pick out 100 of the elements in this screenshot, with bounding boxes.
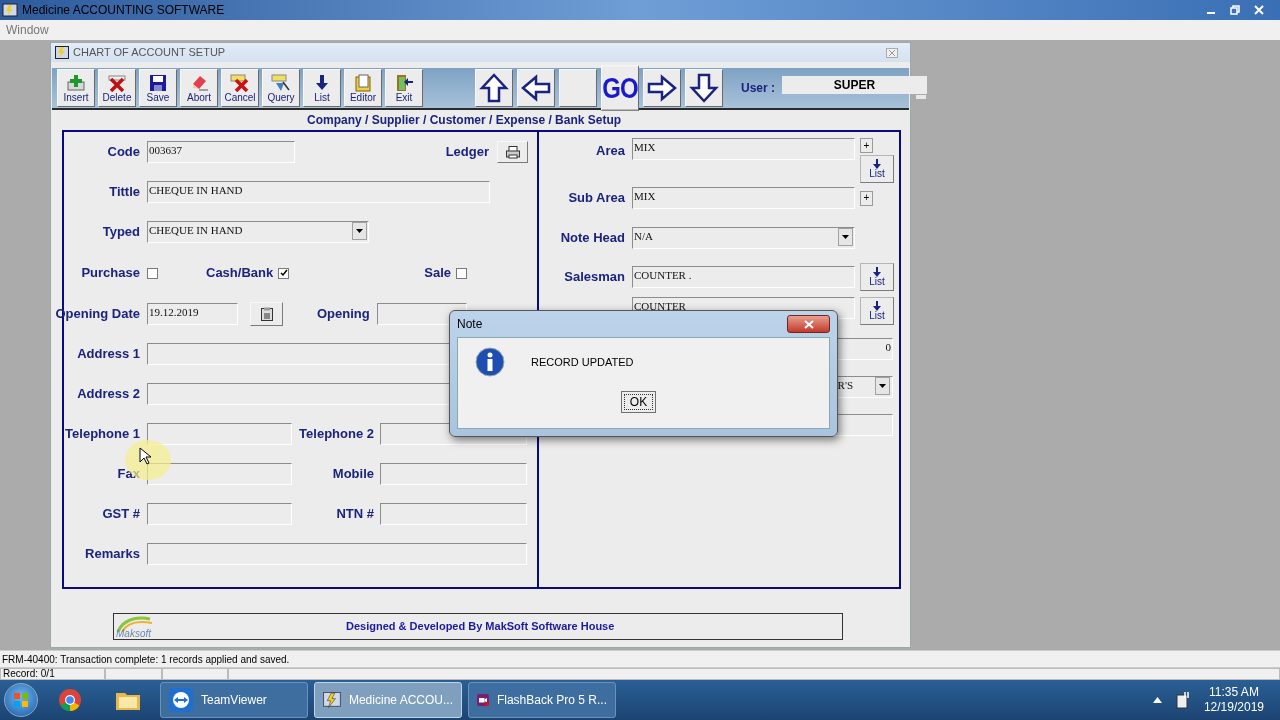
user-field: SUPER — [782, 76, 927, 94]
toolbar-button[interactable]: Save — [139, 69, 177, 107]
toolbar-button[interactable]: Abort — [180, 69, 218, 107]
save-icon — [148, 73, 168, 92]
toolbar-button[interactable]: Delete — [98, 69, 136, 107]
taskbar-button[interactable]: FlashBack Pro 5 R... — [468, 682, 616, 718]
code-field[interactable]: 003637 — [147, 141, 295, 163]
app-icon — [2, 3, 18, 17]
delete-icon — [107, 73, 127, 92]
nav-button[interactable] — [517, 69, 555, 107]
calendar-button[interactable] — [250, 302, 283, 326]
nav-button[interactable] — [685, 69, 723, 107]
add-button[interactable]: + — [860, 190, 873, 206]
field-label: Address 1 — [77, 345, 140, 364]
teamviewer-icon — [169, 688, 193, 712]
input-field[interactable] — [380, 463, 527, 485]
checkbox[interactable] — [278, 267, 290, 279]
menu-item[interactable]: Window — [6, 21, 49, 39]
field-label: Fax — [117, 465, 140, 484]
exit-door-icon — [394, 73, 414, 92]
input-field[interactable] — [147, 503, 292, 525]
right-arrow-icon — [647, 73, 677, 103]
status-message: FRM-40400: Transaction complete: 1 records applied and saved. — [2, 652, 290, 667]
input-field[interactable]: MIX — [632, 138, 855, 160]
toolbar-button[interactable]: List — [303, 69, 341, 107]
field-label: Ledger — [445, 143, 489, 162]
status-cell — [105, 668, 162, 680]
field-label: Address 2 — [77, 385, 140, 404]
list-button[interactable]: List — [860, 263, 894, 291]
field-label: Tittle — [109, 183, 140, 202]
blank-button[interactable] — [559, 69, 597, 107]
down-arrow-icon — [873, 267, 881, 277]
nav-button[interactable] — [475, 69, 513, 107]
record-counter: Record: 0/1 — [0, 668, 105, 680]
taskbar-button[interactable]: TeamViewer — [160, 682, 308, 718]
field-label: NTN # — [336, 505, 374, 524]
restore-icon[interactable] — [1230, 5, 1240, 15]
input-field[interactable] — [147, 543, 527, 565]
list-button[interactable]: List — [860, 297, 894, 325]
dialog-title: Note — [457, 316, 483, 333]
checkbox-label: Sale — [424, 264, 451, 283]
power-plug-icon[interactable] — [1175, 691, 1190, 709]
section-heading: Company / Supplier / Customer / Expense / Bank Setup — [307, 112, 622, 129]
close-button[interactable] — [787, 315, 830, 333]
printer-icon — [505, 145, 520, 159]
window-title: Medicine ACCOUNTING SOFTWARE — [22, 2, 225, 19]
checkbox[interactable] — [147, 267, 158, 279]
toolbar-button[interactable]: Editor — [344, 69, 382, 107]
field-label: Mobile — [332, 465, 374, 484]
windows-logo-icon — [13, 692, 29, 708]
date-field[interactable]: 19.12.2019 — [147, 303, 238, 325]
down-arrow-icon — [689, 73, 719, 103]
status-cell — [162, 668, 228, 680]
query-icon — [271, 73, 291, 92]
print-button[interactable] — [497, 141, 528, 163]
field-label: Typed — [102, 223, 140, 242]
input-field[interactable]: MIX — [632, 187, 855, 209]
field-label: Telephone 2 — [299, 425, 374, 444]
show-hidden-icons-icon[interactable] — [1152, 697, 1162, 703]
field-label: Telephone 1 — [65, 425, 140, 444]
field-label: Code — [107, 143, 140, 162]
maksoft-logo: Maksoft — [116, 614, 172, 639]
down-arrow-icon — [873, 159, 881, 169]
input-field[interactable]: COUNTER . — [632, 266, 855, 288]
go-button[interactable]: GO — [601, 65, 639, 111]
ok-button[interactable]: OK — [621, 391, 656, 413]
start-button[interactable] — [4, 683, 38, 717]
resize-handle[interactable] — [915, 94, 927, 100]
field-label: Area — [596, 142, 625, 161]
field-label: Salesman — [564, 268, 625, 287]
toolbar-button[interactable]: Cancel — [221, 69, 259, 107]
left-arrow-icon — [521, 73, 551, 103]
form-icon — [55, 46, 69, 59]
clock[interactable]: 11:35 AM 12/19/2019 — [1203, 685, 1264, 715]
list-button[interactable]: List — [860, 155, 894, 183]
field-label: GST # — [102, 505, 140, 524]
checkbox-label: Cash/Bank — [206, 264, 274, 283]
toolbar-button[interactable]: Insert — [57, 69, 95, 107]
cancel-icon — [230, 73, 250, 92]
input-field[interactable] — [147, 423, 292, 445]
field-label: Sub Area — [568, 189, 625, 208]
folder-icon — [353, 73, 373, 92]
chrome-icon — [58, 688, 82, 712]
field-label: Purchase — [81, 264, 140, 283]
dropdown-field[interactable]: CHEQUE IN HAND — [147, 221, 369, 243]
input-field[interactable] — [380, 503, 527, 525]
field-label: Opening — [317, 305, 370, 324]
plus-icon — [66, 73, 86, 92]
user-label: User : — [741, 80, 775, 97]
add-button[interactable]: + — [860, 138, 873, 153]
clipboard-icon — [260, 307, 273, 321]
down-arrow-icon — [873, 301, 881, 311]
nav-button[interactable] — [643, 69, 681, 107]
toolbar-button[interactable]: Query — [262, 69, 300, 107]
dropdown-field[interactable]: N/A — [632, 227, 855, 249]
checkbox[interactable] — [456, 267, 467, 279]
dialog-message: RECORD UPDATED — [531, 354, 634, 370]
form-title: CHART OF ACCOUNT SETUP — [73, 45, 226, 61]
toolbar-button[interactable]: Exit — [385, 69, 423, 107]
input-field[interactable]: CHEQUE IN HAND — [147, 181, 490, 203]
